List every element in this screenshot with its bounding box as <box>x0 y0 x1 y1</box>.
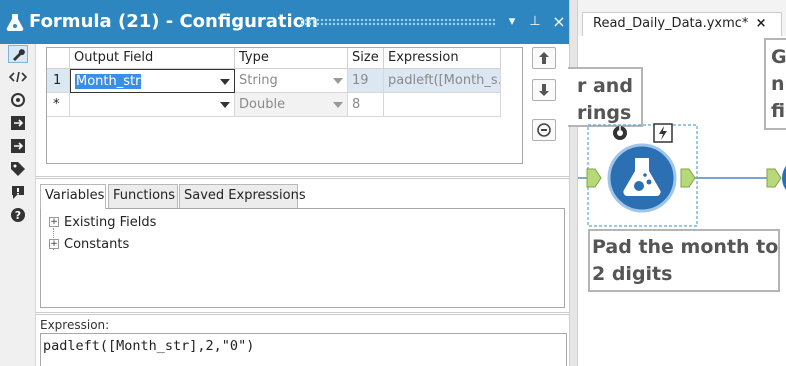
tab-close-icon[interactable]: × <box>756 16 767 31</box>
comment-line: nu <box>771 73 786 95</box>
code-icon[interactable] <box>8 68 28 86</box>
warning-icon[interactable] <box>8 183 28 201</box>
tree-item-constants[interactable]: + Constants <box>49 234 129 254</box>
tab-saved-expressions[interactable]: Saved Expressions <box>179 184 306 208</box>
expression-cell[interactable] <box>384 93 501 117</box>
next-tool-edge <box>782 166 786 190</box>
expression-editor[interactable]: padleft([Month_str],2,"0") <box>40 333 567 366</box>
tree-item-label: Constants <box>64 236 130 252</box>
column-header-type[interactable]: Type <box>235 48 348 69</box>
arrow-up-icon <box>539 52 549 64</box>
arrow-down-icon <box>539 84 549 96</box>
tool-icon[interactable] <box>8 91 28 109</box>
chevron-down-icon <box>220 79 230 85</box>
size-field[interactable]: 19 <box>348 69 384 93</box>
output-field-select[interactable] <box>70 93 235 117</box>
size-field[interactable]: 8 <box>348 93 384 117</box>
chevron-down-icon <box>220 102 230 108</box>
input-icon[interactable] <box>8 114 28 132</box>
type-value: String <box>239 73 278 88</box>
expression-label: Expression: <box>40 318 110 332</box>
tab-variables[interactable]: Variables <box>40 184 106 209</box>
formula-tool-icon <box>6 14 24 31</box>
svg-text:?: ? <box>15 209 21 222</box>
chevron-down-icon <box>333 78 343 84</box>
move-down-button[interactable] <box>532 79 556 101</box>
new-row-marker: * <box>47 93 70 117</box>
type-select[interactable]: String <box>235 69 348 93</box>
output-icon[interactable] <box>8 137 28 155</box>
comment-line: r and <box>577 75 633 97</box>
comment-line: Gr <box>771 46 786 68</box>
tree-item-label: Existing Fields <box>64 214 157 230</box>
title-grip[interactable] <box>300 18 495 27</box>
variables-tree: + Existing Fields + Constants <box>40 208 565 308</box>
column-header-output-field[interactable]: Output Field <box>70 48 235 69</box>
expand-icon[interactable]: + <box>49 239 59 249</box>
expression-cell[interactable]: padleft([Month_s... <box>384 69 501 93</box>
comment-line: 2 digits <box>592 263 673 285</box>
comment-box-right[interactable]: Gr nu fie <box>764 38 786 130</box>
comment-box-pad-month[interactable]: Pad the month to 2 digits <box>588 229 780 292</box>
output-field-select[interactable]: Month_str <box>70 69 235 93</box>
column-header-expression[interactable]: Expression <box>384 48 501 69</box>
pin-button[interactable]: ⊥ <box>527 13 543 31</box>
chevron-down-icon <box>333 102 343 108</box>
formula-tool-node[interactable] <box>606 142 678 214</box>
wrench-icon[interactable] <box>8 45 28 63</box>
document-tab-title: Read_Daily_Data.yxmc* <box>593 16 749 31</box>
type-select[interactable]: Double <box>235 93 348 117</box>
panel-splitter[interactable] <box>36 312 569 315</box>
tab-functions[interactable]: Functions <box>108 184 178 208</box>
delete-row-button[interactable] <box>532 119 556 141</box>
move-up-button[interactable] <box>532 47 556 69</box>
cache-badge-icon <box>613 126 627 140</box>
tag-icon[interactable] <box>8 160 28 178</box>
type-value: Double <box>239 97 286 112</box>
window-title: Formula (21) - Configuration <box>29 11 318 32</box>
menu-dropdown-button[interactable]: ▾ <box>504 13 520 31</box>
input-anchor-icon[interactable] <box>586 168 602 188</box>
column-header-size[interactable]: Size <box>348 48 384 69</box>
output-anchor-icon[interactable] <box>680 168 696 188</box>
minus-circle-icon <box>537 123 551 137</box>
comment-box-left[interactable]: r and rings <box>568 67 643 127</box>
row-number: 1 <box>47 69 70 93</box>
tree-item-existing-fields[interactable]: + Existing Fields <box>49 212 156 232</box>
panel-divider[interactable] <box>569 0 578 366</box>
lightning-badge-icon <box>653 123 673 143</box>
help-icon[interactable]: ? <box>8 206 28 224</box>
comment-line: Pad the month to <box>592 236 779 258</box>
panel-splitter[interactable] <box>36 176 569 179</box>
document-tab[interactable]: Read_Daily_Data.yxmc* × <box>582 12 782 36</box>
row-header-corner <box>47 48 70 69</box>
formula-grid: Output Field Type Size Expression 1 Mont… <box>46 47 523 164</box>
expand-icon[interactable]: + <box>49 217 59 227</box>
output-field-value: Month_str <box>75 74 142 89</box>
close-button[interactable]: × <box>551 13 567 31</box>
